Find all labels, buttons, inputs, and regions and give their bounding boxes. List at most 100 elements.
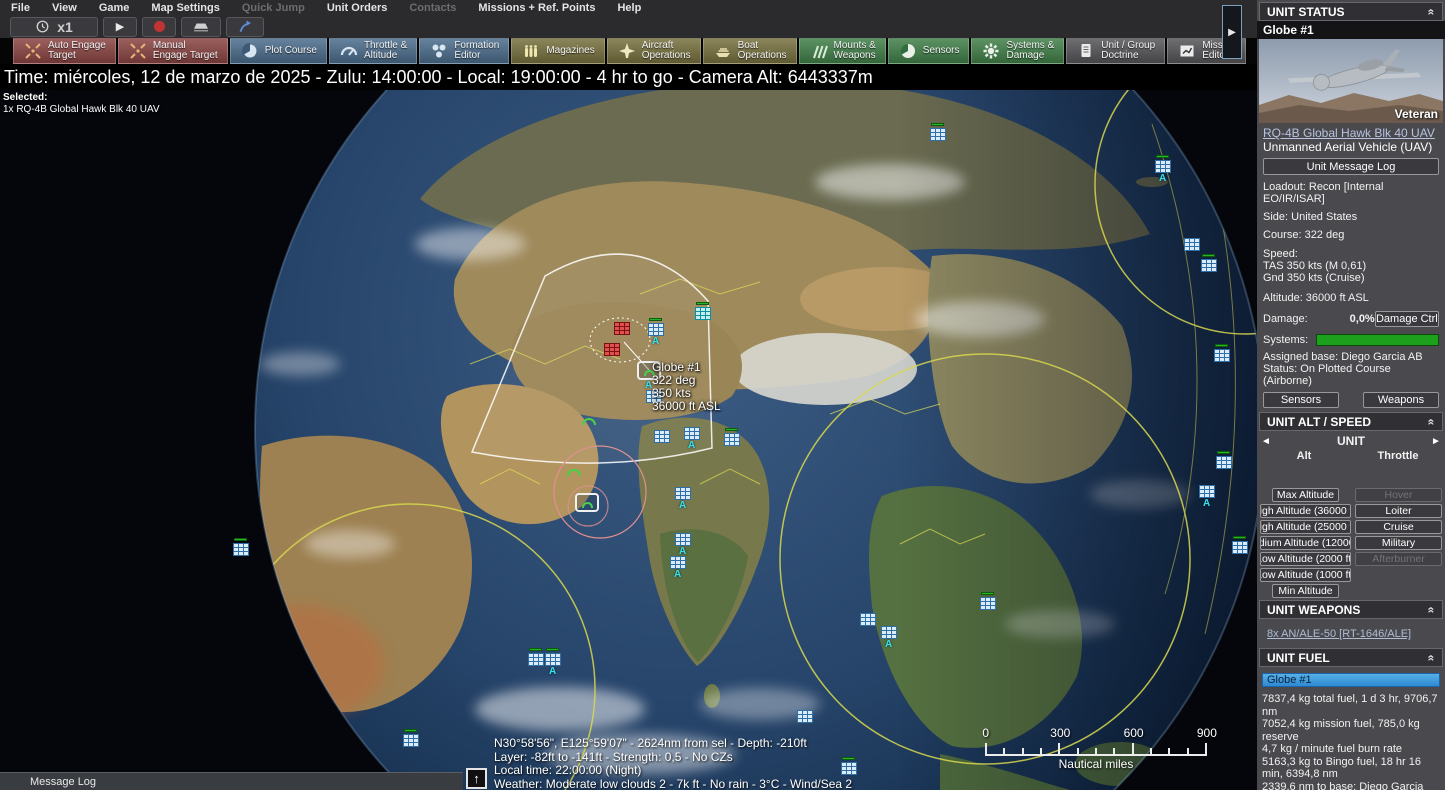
- facility-icon[interactable]: [233, 543, 249, 556]
- unit-message-log-button[interactable]: Unit Message Log: [1263, 158, 1439, 175]
- hostile-facility-icon[interactable]: [604, 343, 620, 356]
- alt-button-medium-altitude-12000-ft[interactable]: Medium Altitude (12000 ft): [1260, 536, 1351, 550]
- prev-unit-arrow[interactable]: ◄: [1259, 436, 1273, 447]
- magazines-button[interactable]: Magazines: [511, 38, 604, 64]
- alt-button-max-altitude[interactable]: Max Altitude: [1272, 488, 1339, 502]
- damage-ctrl-button[interactable]: Damage Ctrl: [1375, 311, 1439, 327]
- facility-icon[interactable]: A: [670, 556, 686, 569]
- unit-weapons-header[interactable]: UNIT WEAPONS «: [1259, 600, 1443, 619]
- alt-button-low-altitude-2000-ft[interactable]: Low Altitude (2000 ft): [1260, 552, 1351, 566]
- unit-speed-gnd: Gnd 350 kts (Cruise): [1263, 272, 1439, 284]
- facility-icon[interactable]: [1184, 238, 1200, 251]
- cursor-info-line: N30°58'56", E125°59'07" - 2624nm from se…: [494, 737, 852, 751]
- readiness-bar: [1156, 155, 1169, 158]
- plot-course-icon: [240, 41, 260, 61]
- menu-unit-orders[interactable]: Unit Orders: [316, 2, 399, 14]
- plot-course-button[interactable]: Plot Course: [230, 38, 327, 64]
- sensors-button[interactable]: Sensors: [1263, 392, 1339, 408]
- cursor-info-line: Local time: 22:00:00 (Night): [494, 764, 852, 778]
- facility-icon[interactable]: A: [684, 427, 700, 440]
- facility-icon[interactable]: [528, 653, 544, 666]
- throttle-button-military[interactable]: Military: [1355, 536, 1442, 550]
- facility-icon[interactable]: [1214, 349, 1230, 362]
- alt-button-high-altitude-36000-ft[interactable]: High Altitude (36000 ft): [1260, 504, 1351, 518]
- next-unit-arrow[interactable]: ►: [1429, 436, 1443, 447]
- menu-map-settings[interactable]: Map Settings: [140, 2, 230, 14]
- jump-to-unit-button[interactable]: [226, 17, 264, 37]
- scale-tick-label: 900: [1197, 726, 1217, 740]
- facility-icon[interactable]: [860, 613, 876, 626]
- facility-icon[interactable]: A: [545, 653, 561, 666]
- facility-icon[interactable]: [724, 433, 740, 446]
- facility-icon[interactable]: A: [675, 487, 691, 500]
- fuel-selected-unit[interactable]: Globe #1: [1262, 673, 1440, 687]
- manual-engage-target-button[interactable]: ManualEngage Target: [118, 38, 228, 64]
- facility-icon[interactable]: A: [1155, 160, 1171, 173]
- alt-button-high-altitude-25000-ft[interactable]: High Altitude (25000 ft): [1260, 520, 1351, 534]
- scale-tick: [1187, 748, 1189, 754]
- neutral-facility-icon[interactable]: [695, 307, 711, 320]
- weapons-button[interactable]: Weapons: [1363, 392, 1439, 408]
- mission-editor-icon: [1177, 41, 1197, 61]
- facility-icon[interactable]: [1216, 456, 1232, 469]
- facility-icon[interactable]: A: [648, 323, 664, 336]
- aircraft-operations-button[interactable]: AircraftOperations: [607, 38, 701, 64]
- menu-help[interactable]: Help: [606, 2, 652, 14]
- facility-icon[interactable]: [403, 734, 419, 747]
- menu-missions-ref-points[interactable]: Missions + Ref. Points: [467, 2, 606, 14]
- weapon-entry-link[interactable]: 8x AN/ALE-50 [RT-1646/ALE]: [1267, 628, 1445, 640]
- facility-symbol: [980, 597, 996, 610]
- facility-symbol: [654, 430, 670, 443]
- time-compression-button[interactable]: x1: [10, 17, 98, 37]
- facility-symbol: [930, 128, 946, 141]
- unit-group-doctrine-button[interactable]: Unit / GroupDoctrine: [1066, 38, 1165, 64]
- throttle-altitude-button[interactable]: Throttle &Altitude: [329, 38, 417, 64]
- radar-site-icon[interactable]: [582, 418, 596, 425]
- unit-database-link[interactable]: RQ-4B Global Hawk Blk 40 UAV: [1263, 126, 1439, 140]
- map-panel-button[interactable]: [181, 17, 221, 37]
- facility-icon[interactable]: [980, 597, 996, 610]
- fuel-box: Globe #1 7837,4 kg total fuel, 1 d 3 hr,…: [1262, 673, 1440, 790]
- menu-view[interactable]: View: [41, 2, 88, 14]
- selected-unit-icon[interactable]: [575, 493, 599, 512]
- throttle-button-loiter[interactable]: Loiter: [1355, 504, 1442, 518]
- radar-site-icon[interactable]: [567, 469, 581, 476]
- record-button[interactable]: [142, 17, 176, 37]
- facility-icon[interactable]: [654, 430, 670, 443]
- facility-icon[interactable]: A: [1199, 485, 1215, 498]
- unit-weapons-title: UNIT WEAPONS: [1267, 603, 1360, 617]
- throttle-button-cruise[interactable]: Cruise: [1355, 520, 1442, 534]
- message-log-bar[interactable]: Message Log: [0, 772, 463, 790]
- auto-engage-target-button[interactable]: Auto EngageTarget: [13, 38, 116, 64]
- facility-icon[interactable]: [1201, 259, 1217, 272]
- expand-message-log-button[interactable]: ↑: [466, 768, 487, 789]
- menu-game[interactable]: Game: [88, 2, 141, 14]
- unit-status-header[interactable]: UNIT STATUS «: [1259, 2, 1443, 21]
- cursor-info-readout: N30°58'56", E125°59'07" - 2624nm from se…: [494, 737, 852, 790]
- facility-symbol: [1199, 485, 1215, 498]
- alt-button-low-altitude-1000-ft[interactable]: Low Altitude (1000 ft): [1260, 568, 1351, 582]
- play-button[interactable]: ▶: [103, 17, 137, 37]
- formation-editor-button[interactable]: FormationEditor: [419, 38, 509, 64]
- up-arrow-icon: ↑: [473, 771, 480, 786]
- unit-alt-speed-header[interactable]: UNIT ALT / SPEED «: [1259, 412, 1443, 431]
- facility-icon[interactable]: A: [881, 626, 897, 639]
- hostile-facility-icon[interactable]: [614, 322, 630, 335]
- unit-course: Course: 322 deg: [1263, 229, 1439, 241]
- boat-operations-button[interactable]: BoatOperations: [703, 38, 797, 64]
- mounts-weapons-button[interactable]: Mounts &Weapons: [799, 38, 886, 64]
- unit-side: Side: United States: [1263, 211, 1439, 223]
- sidebar-collapse-button[interactable]: ▶: [1222, 5, 1242, 59]
- unit-fuel-header[interactable]: UNIT FUEL «: [1259, 648, 1443, 667]
- sensors-button[interactable]: Sensors: [888, 38, 970, 64]
- world-map[interactable]: AAAAAAAAAA Time: miércoles, 12 de marzo …: [0, 64, 1257, 790]
- facility-icon[interactable]: [1232, 541, 1248, 554]
- scale-tick: [1003, 748, 1005, 754]
- facility-icon[interactable]: [797, 710, 813, 723]
- facility-symbol: [528, 653, 544, 666]
- facility-icon[interactable]: A: [675, 533, 691, 546]
- menu-file[interactable]: File: [0, 2, 41, 14]
- systems-damage-button[interactable]: Systems &Damage: [971, 38, 1064, 64]
- facility-icon[interactable]: [930, 128, 946, 141]
- alt-button-min-altitude[interactable]: Min Altitude: [1272, 584, 1339, 598]
